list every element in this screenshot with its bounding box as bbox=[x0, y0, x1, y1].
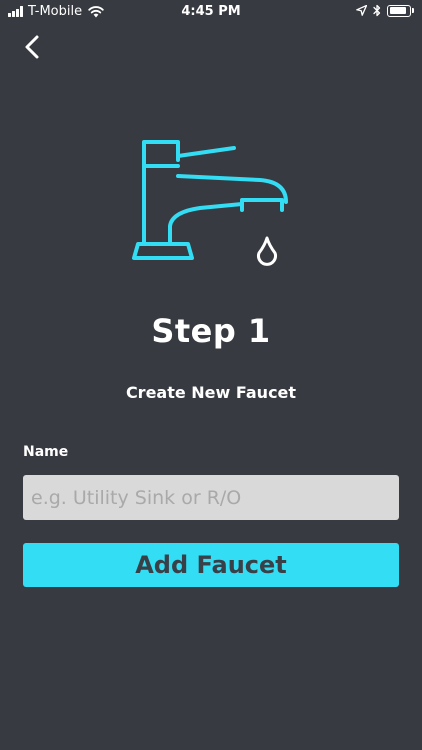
chevron-left-icon[interactable] bbox=[20, 34, 44, 60]
faucet-icon bbox=[132, 140, 288, 266]
name-input[interactable] bbox=[23, 475, 399, 520]
status-right bbox=[350, 4, 414, 17]
battery-level bbox=[389, 7, 406, 14]
add-faucet-button[interactable]: Add Faucet bbox=[23, 543, 399, 587]
status-bar: T-Mobile 4:45 PM bbox=[0, 0, 422, 24]
step-subtitle: Create New Faucet bbox=[125, 383, 297, 402]
battery-icon bbox=[387, 4, 414, 17]
bluetooth-icon bbox=[373, 4, 381, 17]
location-arrow-icon bbox=[356, 5, 367, 16]
name-label: Name bbox=[23, 444, 69, 460]
step-title: Step 1 bbox=[151, 312, 271, 350]
